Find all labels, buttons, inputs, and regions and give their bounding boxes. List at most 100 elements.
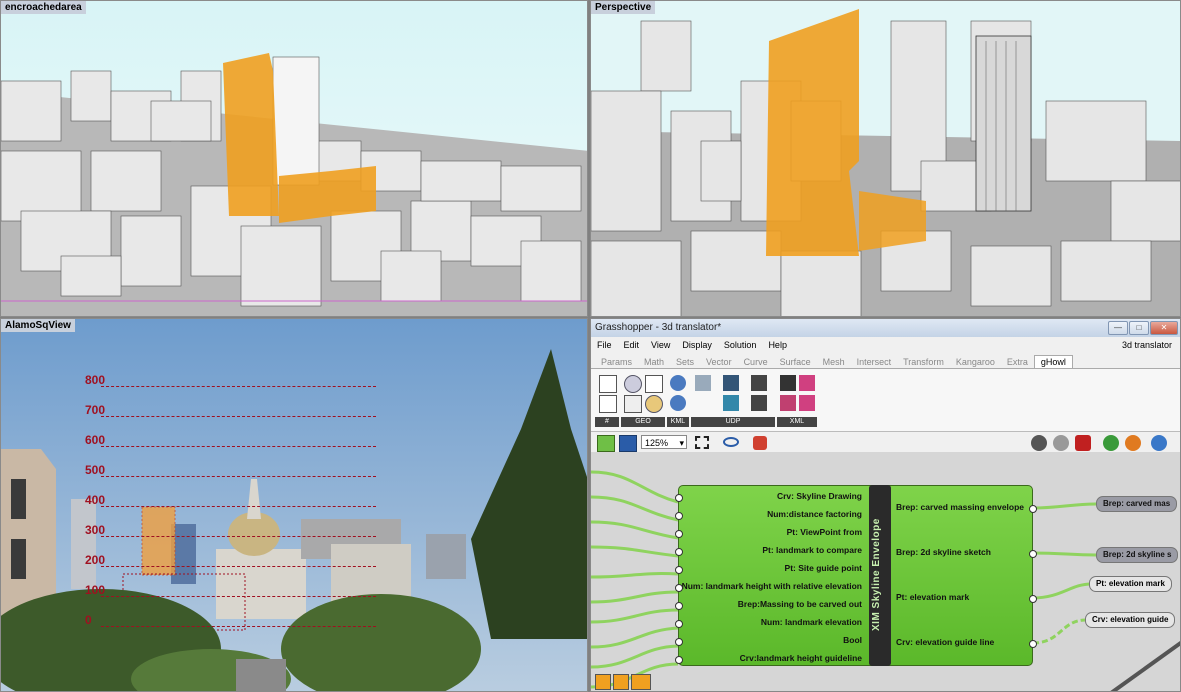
globe-color-icon[interactable]: [645, 395, 663, 413]
udp-arrow-icon[interactable]: [723, 395, 739, 411]
tab-kangaroo[interactable]: Kangaroo: [950, 356, 1001, 368]
input-bool[interactable]: Bool: [843, 635, 862, 645]
viewport-alamosqview[interactable]: AlamoSqView 800 700 600 500 400 300 200 …: [0, 318, 588, 692]
input-massing[interactable]: Brep:Massing to be carved out: [738, 599, 862, 609]
output-elevation-mark[interactable]: Pt: elevation mark: [896, 592, 969, 602]
udp-send-icon[interactable]: [695, 375, 711, 391]
udp-fork-icon[interactable]: [751, 375, 767, 391]
status-icon[interactable]: [631, 674, 651, 690]
preview-wire-icon[interactable]: [1053, 435, 1069, 451]
xim-skyline-envelope-component[interactable]: Crv: Skyline Drawing Num:distance factor…: [675, 485, 1037, 666]
input-port[interactable]: [675, 620, 683, 628]
city-model-render: [1, 1, 587, 316]
grid-icon[interactable]: [624, 395, 642, 413]
output-carved-massing[interactable]: Brep: carved massing envelope: [896, 502, 1024, 512]
zoom-select[interactable]: 125% ▾: [641, 435, 687, 449]
tab-intersect[interactable]: Intersect: [851, 356, 898, 368]
input-port[interactable]: [675, 602, 683, 610]
tab-transform[interactable]: Transform: [897, 356, 950, 368]
viewport-label[interactable]: encroachedarea: [1, 1, 86, 14]
tab-surface[interactable]: Surface: [774, 356, 817, 368]
input-height-guideline[interactable]: Crv:landmark height guideline: [740, 653, 862, 663]
menu-edit[interactable]: Edit: [624, 340, 640, 350]
preview-selected-icon[interactable]: [1075, 435, 1091, 451]
preview-shaded-icon[interactable]: [1031, 435, 1047, 451]
open-file-icon[interactable]: [597, 435, 615, 452]
export-icon[interactable]: [599, 375, 617, 393]
kml-globe-icon[interactable]: [670, 395, 686, 411]
import-icon[interactable]: [599, 395, 617, 413]
input-port[interactable]: [675, 512, 683, 520]
document-name[interactable]: 3d translator: [1122, 340, 1172, 350]
tab-params[interactable]: Params: [595, 356, 638, 368]
output-elevation-guide-line[interactable]: Crv: elevation guide line: [896, 637, 994, 647]
viewport-encroachedarea[interactable]: encroachedarea: [0, 0, 588, 317]
zoom-extents-icon[interactable]: [695, 436, 709, 449]
output-port[interactable]: [1029, 640, 1037, 648]
close-button[interactable]: ✕: [1150, 321, 1178, 335]
elevation-guide-line: [101, 446, 376, 447]
param-elevation-mark[interactable]: Pt: elevation mark: [1089, 576, 1172, 592]
input-skyline-drawing[interactable]: Crv: Skyline Drawing: [777, 491, 862, 501]
menu-view[interactable]: View: [651, 340, 670, 350]
tab-ghowl[interactable]: gHowl: [1033, 355, 1073, 368]
status-icon[interactable]: [595, 674, 611, 690]
menu-solution[interactable]: Solution: [724, 340, 757, 350]
input-port[interactable]: [675, 566, 683, 574]
udp-receive-icon[interactable]: [723, 375, 739, 391]
grasshopper-canvas[interactable]: Crv: Skyline Drawing Num:distance factor…: [591, 452, 1180, 691]
minimize-button[interactable]: —: [1108, 321, 1128, 335]
sketch-icon[interactable]: [753, 436, 767, 450]
tab-math[interactable]: Math: [638, 356, 670, 368]
input-viewpoint[interactable]: Pt: ViewPoint from: [787, 527, 862, 537]
tab-vector[interactable]: Vector: [700, 356, 738, 368]
output-port[interactable]: [1029, 505, 1037, 513]
maximize-button[interactable]: □: [1129, 321, 1149, 335]
input-site-guide-point[interactable]: Pt: Site guide point: [785, 563, 862, 573]
input-port[interactable]: [675, 530, 683, 538]
menu-help[interactable]: Help: [768, 340, 787, 350]
tab-extra[interactable]: Extra: [1001, 356, 1034, 368]
tab-mesh[interactable]: Mesh: [817, 356, 851, 368]
param-carved-massing[interactable]: Brep: carved mas: [1096, 496, 1178, 512]
input-landmark-elevation[interactable]: Num: landmark elevation: [761, 617, 862, 627]
ribbon-group-udp: UDP: [691, 373, 775, 427]
viewport-label[interactable]: AlamoSqView: [1, 319, 75, 332]
input-port[interactable]: [675, 494, 683, 502]
feed-icon[interactable]: [799, 395, 815, 411]
rss-icon[interactable]: [799, 375, 815, 391]
sphere-icon[interactable]: [1151, 435, 1167, 451]
param-2d-skyline[interactable]: Brep: 2d skyline s: [1096, 547, 1179, 563]
viewport-perspective[interactable]: Perspective: [590, 0, 1181, 317]
output-port[interactable]: [1029, 595, 1037, 603]
grasshopper-window[interactable]: Grasshopper - 3d translator* — □ ✕ File …: [590, 318, 1181, 692]
output-2d-skyline[interactable]: Brep: 2d skyline sketch: [896, 547, 991, 557]
udp-split-icon[interactable]: [751, 395, 767, 411]
tab-curve[interactable]: Curve: [738, 356, 774, 368]
menu-file[interactable]: File: [597, 340, 612, 350]
window-titlebar[interactable]: Grasshopper - 3d translator* — □ ✕: [591, 319, 1180, 337]
input-port[interactable]: [675, 656, 683, 664]
graph-icon[interactable]: [645, 375, 663, 393]
status-icon[interactable]: [613, 674, 629, 690]
output-port[interactable]: [1029, 550, 1037, 558]
viewport-label[interactable]: Perspective: [591, 1, 656, 14]
xml-icon[interactable]: [780, 375, 796, 391]
headphones-icon[interactable]: [780, 395, 796, 411]
save-icon[interactable]: [619, 435, 637, 452]
ball-icon[interactable]: [1125, 435, 1141, 451]
component-nickname-bar[interactable]: XIM Skyline Envelope: [869, 485, 891, 666]
input-port[interactable]: [675, 638, 683, 646]
input-landmark-height[interactable]: Num: landmark height with relative eleva…: [682, 581, 862, 591]
input-port[interactable]: [675, 584, 683, 592]
input-port[interactable]: [675, 548, 683, 556]
input-distance-factoring[interactable]: Num:distance factoring: [767, 509, 862, 519]
globe-icon[interactable]: [624, 375, 642, 393]
menu-display[interactable]: Display: [682, 340, 712, 350]
param-elevation-guide[interactable]: Crv: elevation guide: [1085, 612, 1176, 628]
tab-sets[interactable]: Sets: [670, 356, 700, 368]
bake-icon[interactable]: [1103, 435, 1119, 451]
kml-globe-icon[interactable]: [670, 375, 686, 391]
eye-icon[interactable]: [723, 437, 739, 447]
input-landmark-point[interactable]: Pt: landmark to compare: [762, 545, 862, 555]
